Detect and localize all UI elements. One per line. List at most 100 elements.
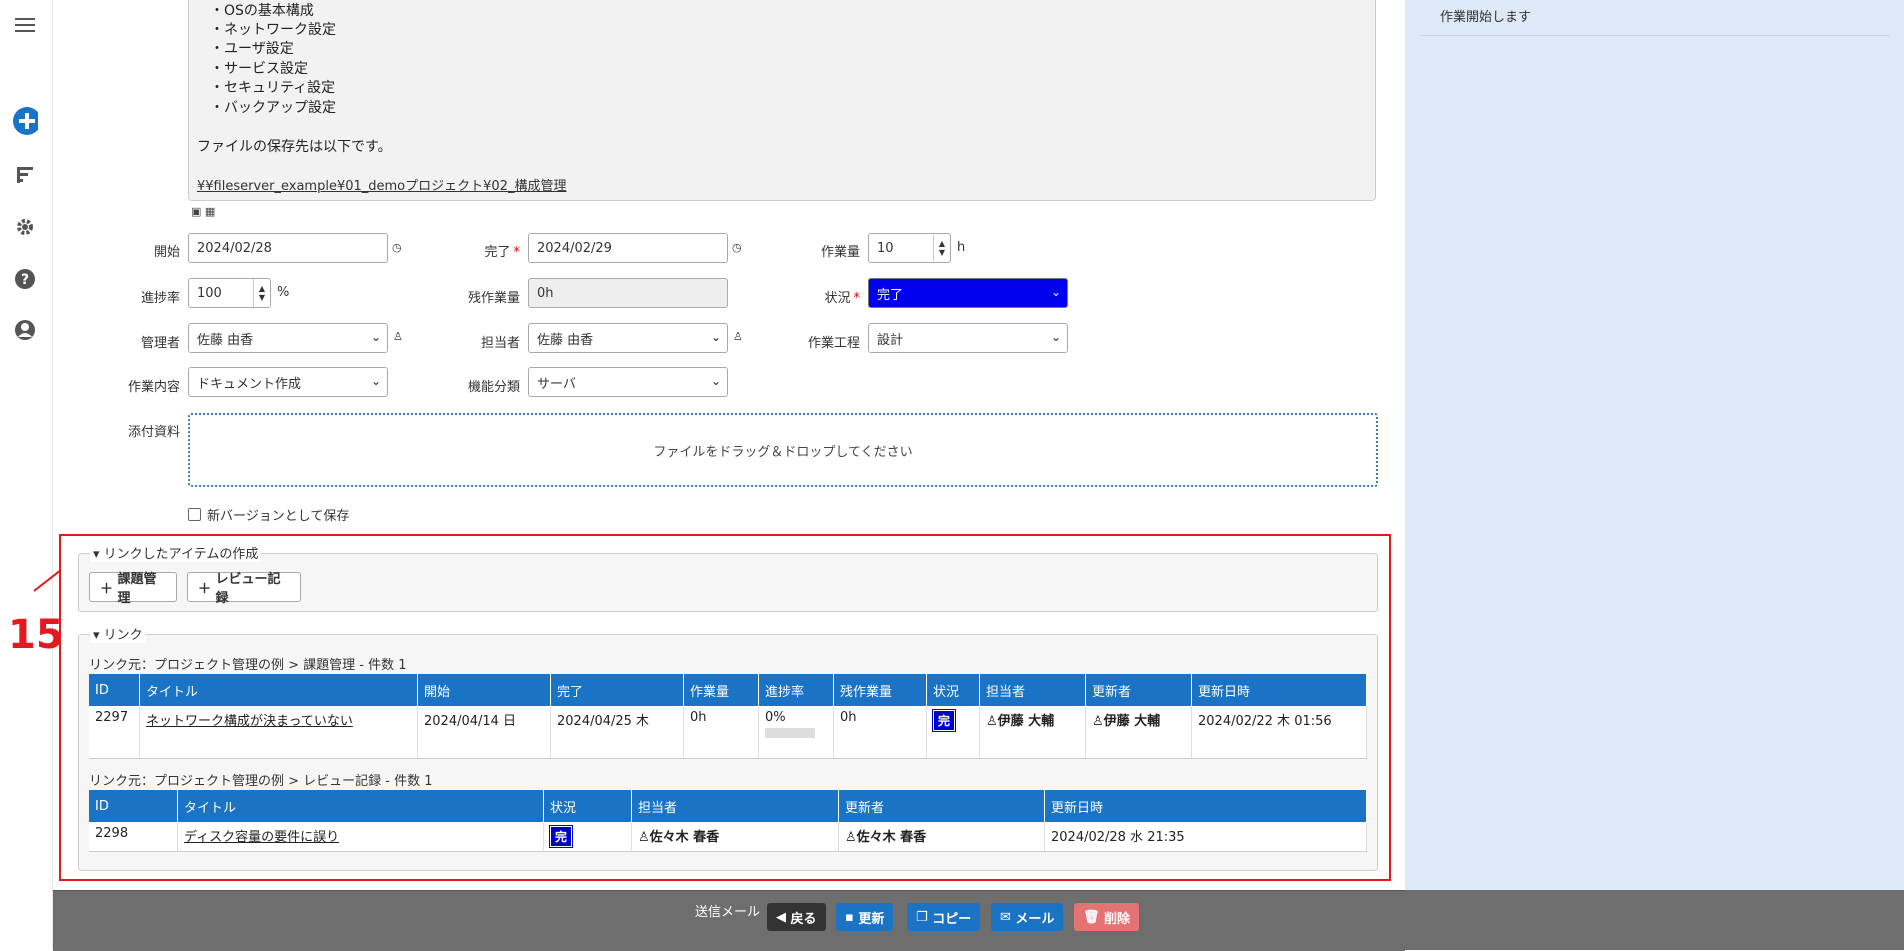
work-type-value: ドキュメント作成 [197, 376, 302, 392]
cell-id: 2298 [89, 822, 178, 852]
checkbox-box[interactable] [188, 508, 201, 521]
person-icon: ♙ [638, 830, 650, 845]
status-label: 状況 * [824, 291, 860, 306]
annotation-number: 15 [8, 612, 64, 658]
col-updated[interactable]: 更新日時 [1191, 674, 1367, 706]
desc-line-6: ・バックアップ設定 [210, 100, 336, 116]
progress-unit: % [277, 285, 290, 300]
update-button[interactable]: ▪ 更新 [836, 903, 894, 931]
col-workload[interactable]: 作業量 [683, 674, 759, 706]
help-icon[interactable]: ? [12, 266, 38, 292]
person-icon[interactable]: ♙ [393, 330, 403, 343]
end-label: 完了 * [484, 245, 520, 260]
cell-workload: 0h [683, 706, 759, 759]
workload-unit: h [957, 240, 966, 255]
table-header-row: ID タイトル 開始 完了 作業量 進捗率 残作業量 状況 担当者 更新者 更新… [89, 674, 1367, 706]
cell-id: 2297 [89, 706, 140, 759]
progress-label: 進捗率 [140, 291, 180, 306]
bottom-toolbar [53, 890, 1405, 951]
linked-create-legend[interactable]: ▾ リンクしたアイテムの作成 [90, 543, 262, 562]
links-legend[interactable]: ▾ リンク [90, 624, 146, 643]
owner-select[interactable]: 佐藤 由香 ⌄ [528, 323, 728, 353]
col-title[interactable]: タイトル [177, 790, 544, 822]
col-id[interactable]: ID [89, 790, 178, 822]
col-progress[interactable]: 進捗率 [758, 674, 834, 706]
col-start[interactable]: 開始 [417, 674, 551, 706]
desc-path-link[interactable]: ¥¥fileserver_example¥01_demoプロジェクト¥02_構成… [197, 175, 566, 194]
person-icon: ♙ [845, 830, 857, 845]
col-status[interactable]: 状況 [926, 674, 980, 706]
col-id[interactable]: ID [89, 674, 140, 706]
manager-select[interactable]: 佐藤 由香 ⌄ [188, 323, 388, 353]
process-select[interactable]: 設計 ⌄ [868, 323, 1068, 353]
workload-spinner[interactable]: ▲ ▼ [933, 234, 950, 262]
svg-text:?: ? [21, 272, 29, 288]
delete-button[interactable]: 🗑 削除 [1074, 903, 1140, 931]
issues-caption: リンク元：プロジェクト管理の例 > 課題管理 - 件数 1 [89, 658, 407, 673]
col-updated[interactable]: 更新日時 [1044, 790, 1367, 822]
file-drop-zone[interactable]: ファイルをドラッグ＆ドロップしてください [188, 413, 1378, 487]
status-badge: 完 [548, 825, 574, 848]
table-row[interactable]: 2297 ネットワーク構成が決まっていない 2024/04/14 日 2024/… [89, 706, 1367, 759]
owner-value: 佐藤 由香 [537, 332, 594, 348]
cell-start: 2024/04/14 日 [417, 706, 551, 759]
save-icon: ▪ [845, 909, 859, 925]
work-type-select[interactable]: ドキュメント作成 ⌄ [188, 367, 388, 397]
table-row[interactable]: 2298 ディスク容量の要件に誤り 完 ♙佐々木 春香 ♙佐々木 春香 2024… [89, 822, 1367, 852]
end-date-input[interactable]: 2024/02/29 [528, 233, 728, 263]
manager-label: 管理者 [140, 336, 180, 351]
editor-icons: ▣ ▦ [191, 205, 215, 218]
progress-spinner[interactable]: ▲ ▼ [253, 279, 270, 307]
process-value: 設計 [877, 332, 904, 348]
clock-icon[interactable]: ◷ [732, 241, 742, 254]
progress-input[interactable]: 100 ▲ ▼ [188, 278, 271, 308]
create-review-button[interactable]: ＋ レビュー記録 [187, 572, 301, 606]
new-version-checkbox[interactable]: 新バージョンとして保存 [188, 505, 349, 524]
status-value: 完了 [877, 287, 904, 303]
category-select[interactable]: サーバ ⌄ [528, 367, 728, 397]
gantt-icon[interactable] [12, 162, 38, 188]
owner-name: 伊藤 大輔 [997, 714, 1055, 729]
mail-icon: ✉ [1000, 909, 1016, 925]
col-title[interactable]: タイトル [139, 674, 418, 706]
col-updater[interactable]: 更新者 [1085, 674, 1192, 706]
mail-button[interactable]: ✉ メール [991, 903, 1064, 931]
new-version-label: 新バージョンとして保存 [207, 509, 350, 524]
category-value: サーバ [537, 376, 576, 392]
person-icon: ♙ [1092, 714, 1104, 729]
gear-icon[interactable] [12, 214, 38, 240]
back-button[interactable]: ◀ 戻る [767, 903, 826, 931]
menu-icon[interactable] [12, 12, 38, 38]
workload-label: 作業量 [820, 245, 860, 260]
user-icon[interactable] [12, 317, 38, 343]
review-title-link[interactable]: ディスク容量の要件に誤り [184, 830, 339, 845]
col-end[interactable]: 完了 [550, 674, 684, 706]
chevron-down-icon: ⌄ [370, 374, 381, 388]
table-icon[interactable]: ▦ [205, 205, 215, 218]
chevron-down-icon: ⌄ [370, 330, 381, 344]
start-date-input[interactable]: 2024/02/28 [188, 233, 388, 263]
cell-status: 完 [543, 822, 632, 852]
clock-icon[interactable]: ◷ [392, 241, 402, 254]
person-icon[interactable]: ♙ [733, 330, 743, 343]
col-updater[interactable]: 更新者 [838, 790, 1045, 822]
status-select[interactable]: 完了 ⌄ [868, 278, 1068, 308]
issue-title-link[interactable]: ネットワーク構成が決まっていない [146, 714, 353, 729]
workload-input[interactable]: 10 ▲ ▼ [868, 233, 951, 263]
col-owner[interactable]: 担当者 [631, 790, 839, 822]
image-icon[interactable]: ▣ [191, 205, 201, 218]
owner-label: 担当者 [480, 336, 520, 351]
col-owner[interactable]: 担当者 [979, 674, 1086, 706]
cell-updater: ♙伊藤 大輔 [1085, 706, 1192, 759]
copy-button[interactable]: ❐ コピー [907, 903, 981, 931]
create-issue-button[interactable]: ＋ 課題管理 [89, 572, 177, 606]
desc-storage-text: ファイルの保存先は以下です。 [197, 139, 392, 155]
col-status[interactable]: 状況 [543, 790, 632, 822]
col-remaining[interactable]: 残作業量 [833, 674, 927, 706]
bottom-toolbar-right [1405, 890, 1904, 950]
add-icon[interactable] [12, 107, 38, 135]
issues-table: ID タイトル 開始 完了 作業量 進捗率 残作業量 状況 担当者 更新者 更新… [89, 674, 1367, 759]
updater-name: 佐々木 春香 [856, 830, 927, 845]
updater-name: 伊藤 大輔 [1103, 714, 1161, 729]
desc-line-2: ・ネットワーク設定 [210, 22, 336, 38]
